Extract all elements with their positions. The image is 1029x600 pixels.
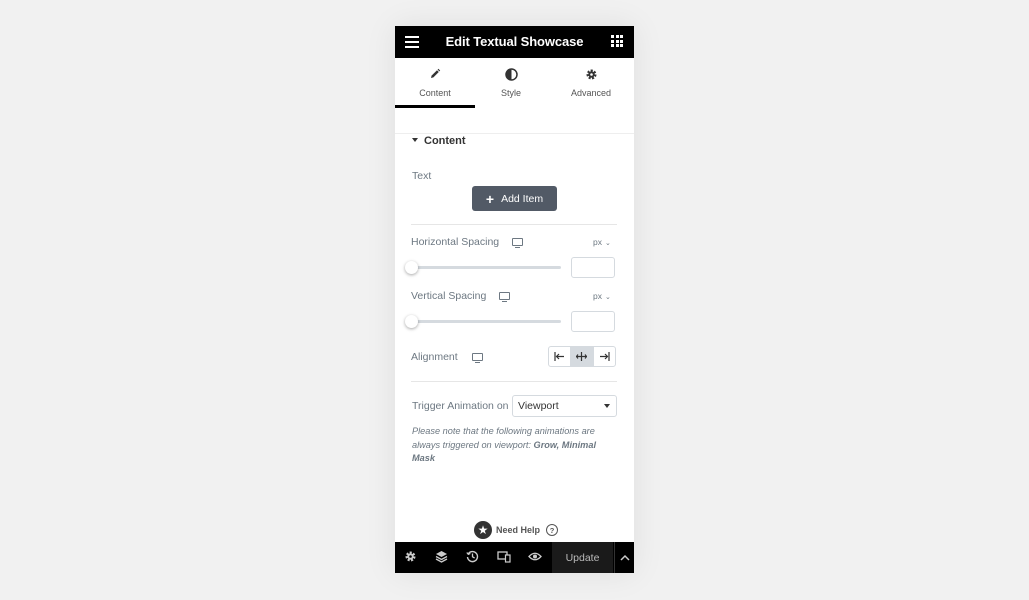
monitor-icon[interactable] xyxy=(499,292,510,303)
chevron-down-icon: ⌄ xyxy=(604,294,611,301)
star-badge-icon: ★ xyxy=(474,521,492,539)
add-item-label: Add Item xyxy=(501,192,544,205)
align-right-icon xyxy=(599,352,610,361)
add-item-button[interactable]: + Add Item xyxy=(472,186,557,211)
need-help-link[interactable]: ★ Need Help ? xyxy=(474,521,559,539)
need-help-label: Need Help xyxy=(496,525,541,535)
horizontal-spacing-unit: px xyxy=(593,237,602,247)
question-icon: ? xyxy=(546,524,559,536)
horizontal-spacing-input[interactable] xyxy=(571,257,615,278)
section-toggle-content[interactable]: Content xyxy=(412,135,466,147)
responsive-icon[interactable] xyxy=(497,550,511,564)
pencil-icon xyxy=(395,68,475,82)
trigger-animation-label: Trigger Animation on xyxy=(412,400,509,412)
alignment-control xyxy=(548,346,616,367)
plus-icon: + xyxy=(485,190,495,207)
tab-style-label: Style xyxy=(500,88,521,98)
tab-content-label: Content xyxy=(419,88,451,98)
horizontal-spacing-unit-select[interactable]: px ⌄ xyxy=(593,237,611,247)
section-title: Content xyxy=(424,135,466,147)
vertical-spacing-unit-select[interactable]: px ⌄ xyxy=(593,291,611,301)
vertical-spacing-label: Vertical Spacing xyxy=(411,290,487,302)
settings-icon[interactable] xyxy=(404,550,418,564)
alignment-label: Alignment xyxy=(411,351,458,363)
caret-down-icon xyxy=(604,404,610,408)
text-label: Text xyxy=(412,170,432,182)
grid-icon[interactable] xyxy=(611,35,623,47)
trigger-animation-value: Viewport xyxy=(518,400,559,412)
half-circle-icon xyxy=(471,68,551,82)
align-center-icon xyxy=(576,352,588,361)
horizontal-spacing-label: Horizontal Spacing xyxy=(411,236,500,248)
animation-note: Please note that the following animation… xyxy=(412,425,612,466)
caret-down-icon xyxy=(412,138,418,142)
chevron-up-icon[interactable] xyxy=(614,542,634,573)
horizontal-spacing-slider[interactable] xyxy=(411,266,561,269)
vertical-spacing-unit: px xyxy=(593,291,602,301)
vertical-spacing-slider[interactable] xyxy=(411,320,561,323)
monitor-icon[interactable] xyxy=(512,238,523,249)
align-center-button[interactable] xyxy=(571,347,594,366)
editor-panel: Edit Textual Showcase Content Style Adva… xyxy=(395,26,634,573)
history-icon[interactable] xyxy=(466,550,480,564)
chevron-down-icon: ⌄ xyxy=(604,240,611,247)
panel-title: Edit Textual Showcase xyxy=(445,34,584,49)
align-right-button[interactable] xyxy=(594,347,615,366)
vertical-spacing-input[interactable] xyxy=(571,311,615,332)
divider xyxy=(411,381,617,382)
monitor-icon[interactable] xyxy=(472,353,483,364)
gear-icon xyxy=(551,68,631,82)
tab-content[interactable]: Content xyxy=(395,58,475,132)
update-button[interactable]: Update xyxy=(552,542,613,573)
align-left-icon xyxy=(554,352,565,361)
panel-tabs: Content Style Advanced xyxy=(395,58,634,134)
panel-footer: Update xyxy=(395,542,634,573)
divider xyxy=(411,224,617,225)
align-left-button[interactable] xyxy=(549,347,572,366)
eye-icon[interactable] xyxy=(528,550,542,564)
panel-header: Edit Textual Showcase xyxy=(395,26,634,58)
vertical-spacing-slider-handle[interactable] xyxy=(405,315,418,328)
layers-icon[interactable] xyxy=(435,550,449,564)
tab-advanced[interactable]: Advanced xyxy=(551,58,631,132)
horizontal-spacing-slider-handle[interactable] xyxy=(405,261,418,274)
trigger-animation-select[interactable]: Viewport xyxy=(512,395,617,417)
tab-advanced-label: Advanced xyxy=(570,88,612,98)
tab-style[interactable]: Style xyxy=(471,58,551,132)
